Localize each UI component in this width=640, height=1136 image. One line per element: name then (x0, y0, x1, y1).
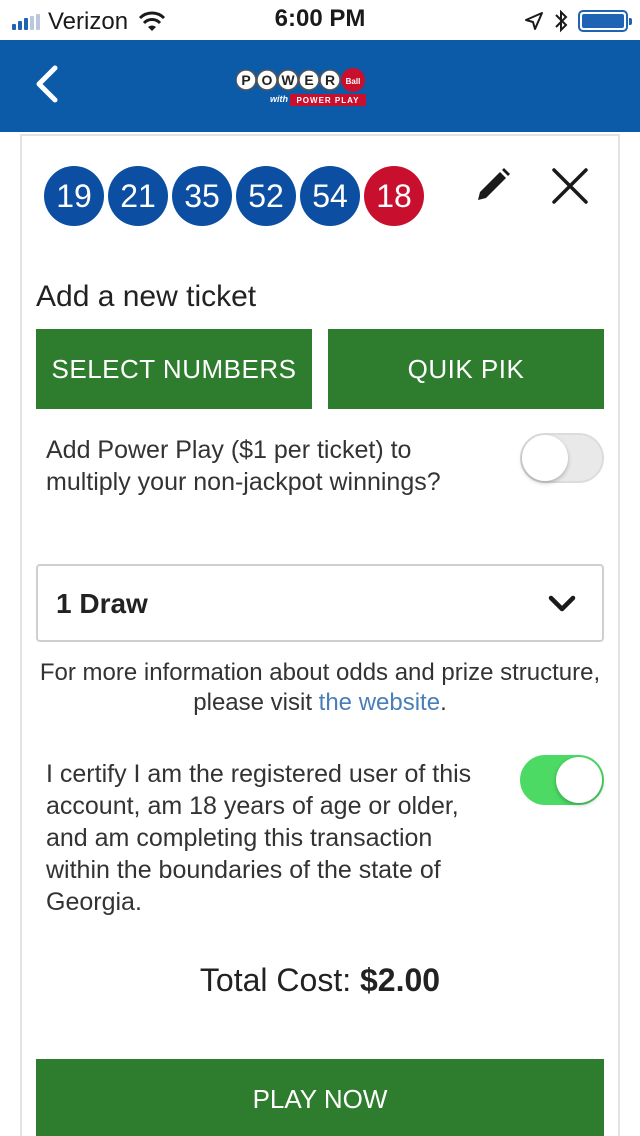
total-cost-amount: $2.00 (359, 962, 441, 998)
chevron-left-icon (36, 65, 58, 103)
odds-info-suffix: . (440, 689, 447, 716)
svg-text:POWER PLAY: POWER PLAY (296, 96, 359, 105)
power-play-label: Add Power Play ($1 per ticket) to multip… (46, 436, 441, 496)
website-link[interactable]: the website (319, 689, 440, 716)
toggle-knob (556, 757, 602, 803)
svg-text:R: R (325, 72, 335, 88)
draws-select[interactable]: 1 Draw (36, 564, 604, 642)
powerball: 18 (364, 166, 424, 226)
svg-text:O: O (262, 72, 273, 88)
power-play-toggle[interactable] (520, 433, 604, 483)
battery-icon (578, 10, 632, 32)
close-icon (552, 168, 588, 204)
total-cost-label: Total Cost: (199, 962, 352, 998)
select-numbers-button[interactable]: SELECT NUMBERS (36, 329, 312, 409)
total-cost: Total Cost: $2.00 (0, 962, 640, 999)
white-ball: 21 (108, 166, 168, 226)
white-ball: 52 (236, 166, 296, 226)
white-ball: 35 (172, 166, 232, 226)
pencil-icon (478, 168, 510, 200)
white-ball: 54 (300, 166, 360, 226)
ticket-numbers: 19 21 35 52 54 18 (44, 166, 424, 226)
quik-pik-button[interactable]: QUIK PIK (328, 329, 604, 409)
svg-text:with: with (270, 94, 288, 104)
back-button[interactable] (26, 62, 66, 106)
powerball-logo: P O W E R Ball with POWER PLAY (236, 68, 366, 106)
app-header: P O W E R Ball with POWER PLAY (0, 40, 640, 132)
odds-info-text: For more information about odds and priz… (36, 658, 604, 718)
add-ticket-title: Add a new ticket (36, 280, 257, 313)
svg-text:E: E (304, 72, 313, 88)
chevron-down-icon (548, 595, 576, 612)
status-right (524, 9, 632, 33)
white-ball: 19 (44, 166, 104, 226)
bluetooth-icon (555, 9, 568, 33)
remove-ticket-button[interactable] (548, 164, 592, 208)
toggle-knob (522, 435, 568, 481)
location-arrow-icon (525, 12, 543, 30)
edit-ticket-button[interactable] (470, 164, 514, 208)
status-bar: Verizon 6:00 PM (0, 0, 640, 40)
svg-text:W: W (281, 72, 295, 88)
draws-select-value: 1 Draw (56, 588, 148, 619)
certify-label: I certify I am the registered user of th… (46, 760, 472, 916)
svg-text:P: P (241, 72, 250, 88)
play-now-button[interactable]: PLAY NOW (36, 1059, 604, 1136)
certify-toggle[interactable] (520, 755, 604, 805)
svg-text:Ball: Ball (346, 77, 361, 86)
